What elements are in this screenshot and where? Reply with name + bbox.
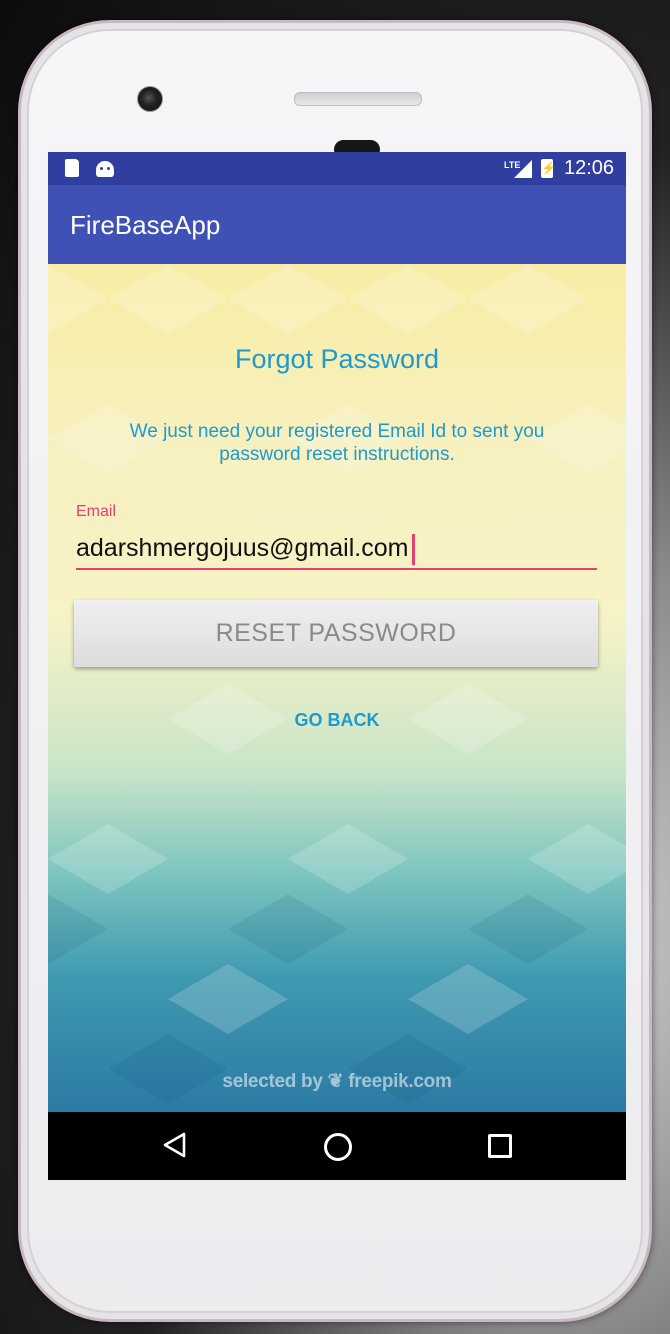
go-back-button[interactable]: GO BACK: [248, 704, 426, 736]
page-title: Forgot Password: [234, 344, 440, 374]
home-icon[interactable]: [324, 1133, 352, 1161]
lte-signal-icon: LTE: [504, 160, 532, 178]
recents-icon[interactable]: [488, 1134, 512, 1158]
sd-card-icon: [65, 159, 79, 177]
page-subtitle: We just need your registered Email Id to…: [129, 421, 545, 465]
status-time: 12:06: [564, 157, 615, 179]
android-icon: [96, 161, 114, 177]
text-cursor: [412, 534, 415, 565]
app-bar: FireBaseApp: [48, 185, 626, 264]
screen: LTE 12:06 FireBaseApp: [48, 152, 626, 1180]
email-field[interactable]: [76, 528, 597, 570]
earpiece-speaker: [294, 92, 422, 106]
hexagon-background-pattern: [48, 264, 626, 1104]
battery-charging-icon: [541, 159, 553, 178]
email-label: Email: [76, 503, 117, 520]
network-label: LTE: [504, 160, 520, 170]
front-camera: [137, 86, 163, 112]
back-icon[interactable]: [163, 1132, 187, 1158]
reset-password-button[interactable]: RESET PASSWORD: [74, 600, 598, 667]
freepik-credit: selected by ❦ freepik.com: [222, 1071, 452, 1092]
navigation-bar: [48, 1112, 626, 1180]
forgot-password-page: Forgot Password We just need your regist…: [48, 264, 626, 1112]
status-bar: LTE 12:06: [48, 152, 626, 185]
app-title: FireBaseApp: [70, 210, 221, 240]
